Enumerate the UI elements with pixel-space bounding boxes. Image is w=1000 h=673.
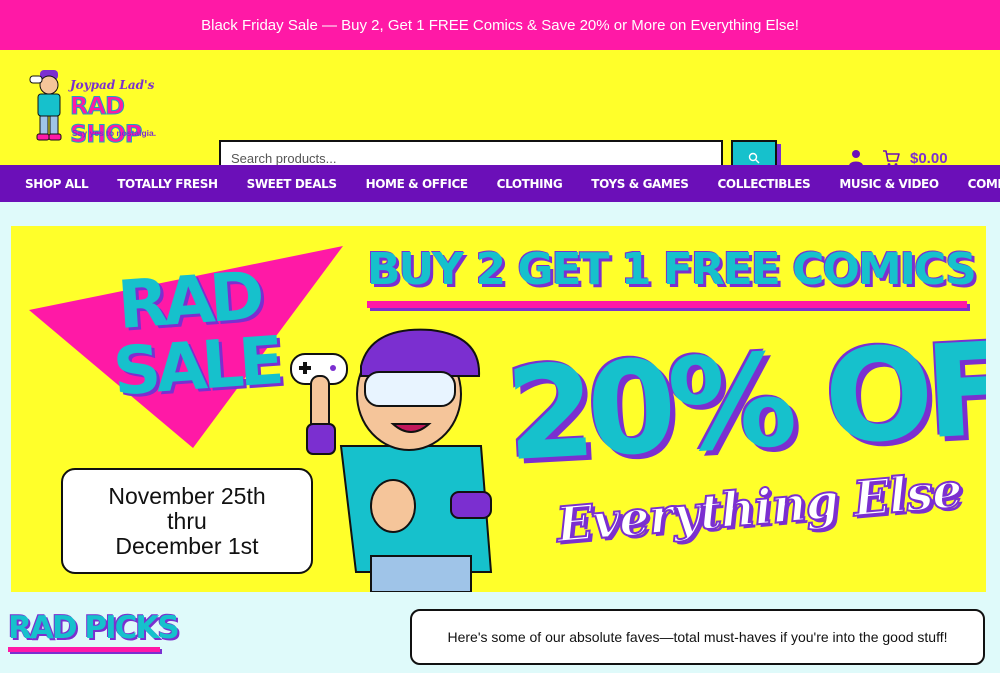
search-icon <box>748 152 760 164</box>
sale-date-box: November 25th thru December 1st <box>61 468 313 574</box>
site-logo[interactable]: Joypad Lad's RAD SHOP Say yes to nostalg… <box>24 66 174 149</box>
nav-clothing[interactable]: CLOTHING <box>497 177 563 191</box>
rad-sale-title: RAD SALE <box>107 257 282 411</box>
logo-script-text: Joypad Lad's <box>70 78 155 92</box>
rad-picks-note: Here's some of our absolute faves—total … <box>410 609 985 665</box>
nav-music-video[interactable]: MUSIC & VIDEO <box>839 177 939 191</box>
banner-headline: BUY 2 GET 1 FREE COMICS <box>367 244 977 295</box>
nav-collectibles[interactable]: COLLECTIBLES <box>718 177 811 191</box>
nav-comics[interactable]: COMICS <box>968 177 1000 191</box>
header: Joypad Lad's RAD SHOP Say yes to nostalg… <box>0 50 1000 176</box>
goggles-shape <box>364 371 456 407</box>
nav-sweet-deals[interactable]: SWEET DEALS <box>247 177 337 191</box>
logo-mascot-icon <box>29 70 62 141</box>
nav-shop-all[interactable]: SHOP ALL <box>25 177 89 191</box>
nav-totally-fresh[interactable]: TOTALLY FRESH <box>117 177 218 191</box>
thumbs-up-shape <box>370 479 416 533</box>
logo-tagline: Say yes to nostalgia. <box>72 128 157 138</box>
headline-underline <box>367 301 967 308</box>
percent-off-text: 20% OFF <box>502 310 986 491</box>
rad-picks-note-text: Here's some of our absolute faves—total … <box>447 629 948 645</box>
nav-toys-games[interactable]: TOYS & GAMES <box>591 177 689 191</box>
date-line-1: November 25th <box>108 482 266 509</box>
sale-banner[interactable]: BUY 2 GET 1 FREE COMICS RAD SALE 20% OFF… <box>11 226 986 592</box>
promo-text: Black Friday Sale — Buy 2, Get 1 FREE Co… <box>201 16 799 34</box>
rad-sale-line2: SALE <box>110 322 282 411</box>
nav-home-office[interactable]: HOME & OFFICE <box>366 177 468 191</box>
rad-picks-heading: RAD PICKS <box>8 610 180 646</box>
main-nav: SHOP ALL TOTALLY FRESH SWEET DEALS HOME … <box>0 165 1000 202</box>
date-line-2: thru <box>167 507 207 534</box>
logo-wordmark: RAD SHOP <box>70 92 143 149</box>
cart-total: $0.00 <box>910 149 948 167</box>
mascot-illustration <box>290 328 493 592</box>
rad-picks-underline <box>8 647 160 652</box>
promo-bar: Black Friday Sale — Buy 2, Get 1 FREE Co… <box>0 0 1000 50</box>
date-line-3: December 1st <box>115 532 259 559</box>
